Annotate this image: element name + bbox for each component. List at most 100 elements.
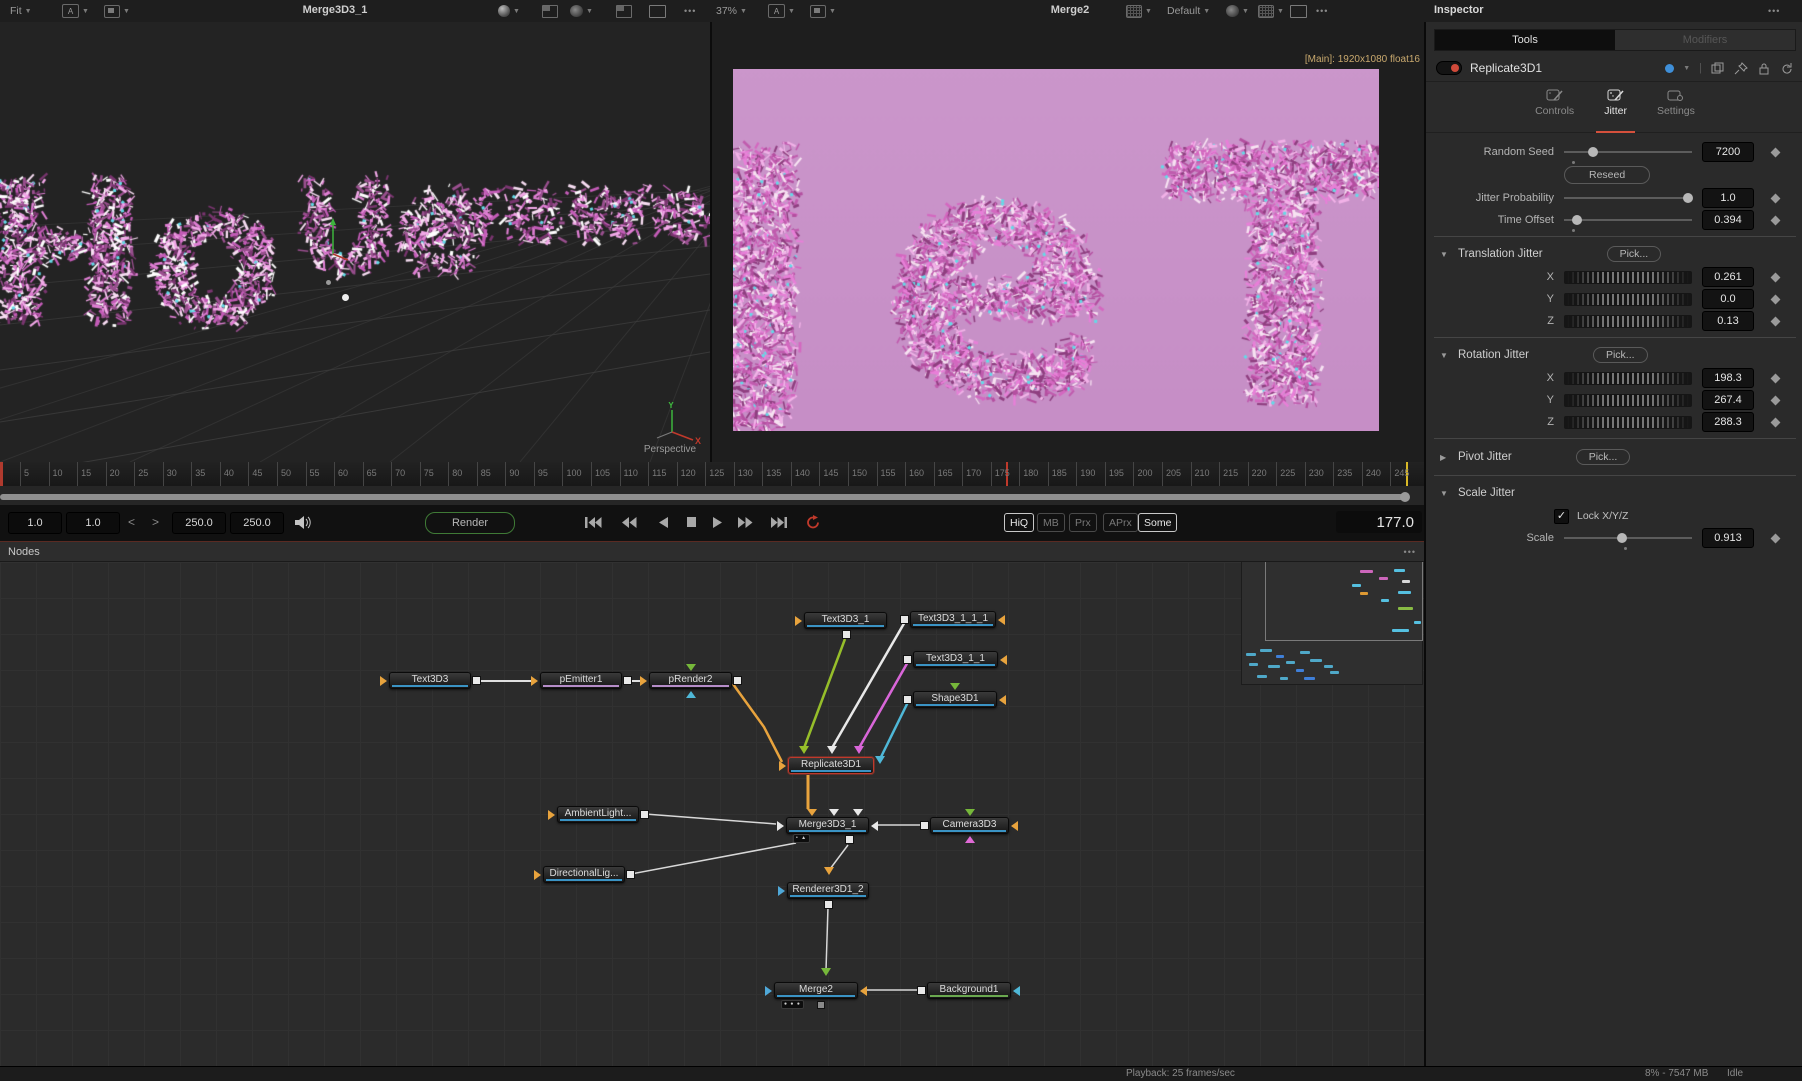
scale-slider[interactable] — [1564, 531, 1692, 545]
node-input-arrow[interactable] — [795, 616, 802, 626]
channel-button-left[interactable]: A▼ — [58, 0, 93, 22]
keyframe-diamond-icon[interactable] — [1771, 316, 1781, 326]
translation-y-slider[interactable] — [1564, 293, 1692, 306]
translation-x-slider[interactable] — [1564, 271, 1692, 284]
translation-z-slider[interactable] — [1564, 315, 1692, 328]
chevron-down-icon[interactable]: ▼ — [1683, 65, 1690, 72]
node-aux-port[interactable] — [965, 836, 975, 843]
subtab-jitter[interactable]: Jitter — [1600, 86, 1631, 132]
node-output-port[interactable] — [623, 676, 632, 685]
grid-button-right[interactable]: ▼ — [1122, 0, 1156, 22]
fit-zoom-select[interactable]: Fit▼ — [6, 0, 36, 22]
node-output-port[interactable] — [626, 870, 635, 879]
graph-node-background1[interactable]: Background1 — [927, 982, 1011, 999]
view-mode-button-left[interactable]: ▼ — [100, 0, 134, 22]
node-aux-port[interactable] — [829, 809, 839, 816]
keyframe-diamond-icon[interactable] — [1771, 215, 1781, 225]
node-output-port[interactable] — [903, 655, 912, 664]
goto-start-button[interactable] — [580, 514, 606, 530]
rotation-x-slider[interactable] — [1564, 372, 1692, 385]
node-input-arrow[interactable] — [860, 986, 867, 996]
left-viewer-options[interactable]: ••• — [680, 0, 700, 22]
tab-modifiers[interactable]: Modifiers — [1615, 30, 1795, 50]
zoom-select-right[interactable]: 37%▼ — [712, 0, 751, 22]
split-view-button[interactable] — [612, 0, 636, 22]
step-back-range-button[interactable]: < — [128, 512, 135, 532]
graph-node-renderer3d1-2[interactable]: Renderer3D1_2 — [787, 882, 869, 899]
keyframe-diamond-icon[interactable] — [1771, 294, 1781, 304]
reset-history-icon[interactable] — [1780, 62, 1794, 75]
pivot-jitter-header[interactable]: ▶Pivot Jitter Pick... — [1426, 444, 1802, 470]
rotation-z-value[interactable]: 288.3 — [1702, 412, 1754, 432]
timeline-scrollbar[interactable] — [0, 494, 1406, 500]
graph-node-merge2[interactable]: Merge2● ● ● — [774, 982, 858, 999]
node-input-arrow[interactable] — [765, 986, 772, 996]
view-mode-button-right[interactable]: ▼ — [806, 0, 840, 22]
node-input-arrow[interactable] — [999, 695, 1006, 705]
rotation-jitter-header[interactable]: ▼Rotation Jitter Pick... — [1426, 343, 1802, 367]
node-output-port[interactable] — [842, 630, 851, 639]
node-output-port[interactable] — [824, 900, 833, 909]
keyframe-diamond-icon[interactable] — [1771, 373, 1781, 383]
hiq-toggle[interactable]: HiQ — [1004, 513, 1034, 532]
translation-jitter-header[interactable]: ▼Translation Jitter Pick... — [1426, 242, 1802, 266]
versions-icon[interactable] — [1711, 62, 1725, 75]
time-offset-value[interactable]: 0.394 — [1702, 210, 1754, 230]
audio-speaker-icon[interactable] — [294, 515, 312, 530]
rotation-y-slider[interactable] — [1564, 394, 1692, 407]
play-reverse-button[interactable] — [650, 514, 676, 530]
rotation-pick-button[interactable]: Pick... — [1593, 347, 1648, 363]
graph-node-shape3d1[interactable]: Shape3D1 — [913, 691, 997, 708]
scale-value[interactable]: 0.913 — [1702, 528, 1754, 548]
graph-node-text3d3[interactable]: Text3D3 — [389, 672, 471, 689]
node-input-arrow[interactable] — [531, 676, 538, 686]
node-output-port[interactable] — [817, 1001, 825, 1009]
node-output-port[interactable] — [917, 986, 926, 995]
keyframe-diamond-icon[interactable] — [1771, 193, 1781, 203]
node-output-port[interactable] — [900, 615, 909, 624]
fast-reverse-button[interactable] — [616, 514, 642, 530]
render-end-field[interactable]: 250.0 — [172, 512, 226, 534]
right-viewer-options[interactable]: ••• — [1312, 0, 1332, 22]
render-button[interactable]: Render — [425, 512, 515, 534]
aprx-toggle[interactable]: APrx — [1103, 513, 1138, 532]
node-aux-port[interactable] — [807, 809, 817, 816]
rotation-y-value[interactable]: 267.4 — [1702, 390, 1754, 410]
shading-button-left[interactable]: ▼ — [566, 0, 597, 22]
scale-jitter-header[interactable]: ▼Scale Jitter — [1426, 481, 1802, 505]
play-button[interactable] — [704, 514, 730, 530]
node-output-port[interactable] — [903, 695, 912, 704]
timeline-ruler[interactable]: 5101520253035404550556065707580859095100… — [0, 462, 1424, 487]
pin-icon[interactable] — [1734, 62, 1748, 75]
some-toggle[interactable]: Some — [1138, 513, 1177, 532]
keyframe-diamond-icon[interactable] — [1771, 147, 1781, 157]
copy-view-button[interactable] — [538, 0, 562, 22]
right-viewer-2d[interactable]: [Main]: 1920x1080 float16 — [712, 22, 1424, 462]
node-color-dot[interactable] — [1665, 64, 1674, 73]
graph-node-directionallig-[interactable]: DirectionalLig... — [543, 866, 625, 883]
loop-button[interactable] — [800, 514, 826, 530]
translation-z-value[interactable]: 0.13 — [1702, 311, 1754, 331]
node-enable-toggle[interactable] — [1436, 61, 1462, 75]
graph-node-pemitter1[interactable]: pEmitter1 — [540, 672, 622, 689]
graph-node-merge3d3-1[interactable]: Merge3D3_1• ▲ — [786, 817, 869, 834]
nodes-panel-options[interactable]: ••• — [1404, 547, 1416, 557]
node-output-port[interactable] — [472, 676, 481, 685]
rotation-z-slider[interactable] — [1564, 416, 1692, 429]
node-graph[interactable]: Text3D3pEmitter1pRender2Text3D3_1Text3D3… — [0, 562, 1424, 1066]
translation-x-value[interactable]: 0.261 — [1702, 267, 1754, 287]
subtab-settings[interactable]: Settings — [1653, 86, 1699, 132]
keyframe-diamond-icon[interactable] — [1771, 533, 1781, 543]
graph-node-ambientlight-[interactable]: AmbientLight... — [557, 806, 639, 823]
node-expand-box[interactable]: • ▲ — [793, 834, 810, 843]
color-controls-button[interactable]: ▼ — [1222, 0, 1253, 22]
lock-xyz-checkbox[interactable]: ✓ — [1554, 509, 1569, 524]
random-seed-slider[interactable] — [1564, 145, 1692, 159]
node-aux-port[interactable] — [686, 664, 696, 671]
global-start-field[interactable]: 1.0 — [8, 512, 62, 534]
random-seed-value[interactable]: 7200 — [1702, 142, 1754, 162]
graph-node-text3d3-1[interactable]: Text3D3_1 — [804, 612, 887, 629]
node-aux-port[interactable] — [686, 691, 696, 698]
jitter-probability-slider[interactable] — [1564, 191, 1692, 205]
stop-button[interactable] — [678, 514, 704, 530]
